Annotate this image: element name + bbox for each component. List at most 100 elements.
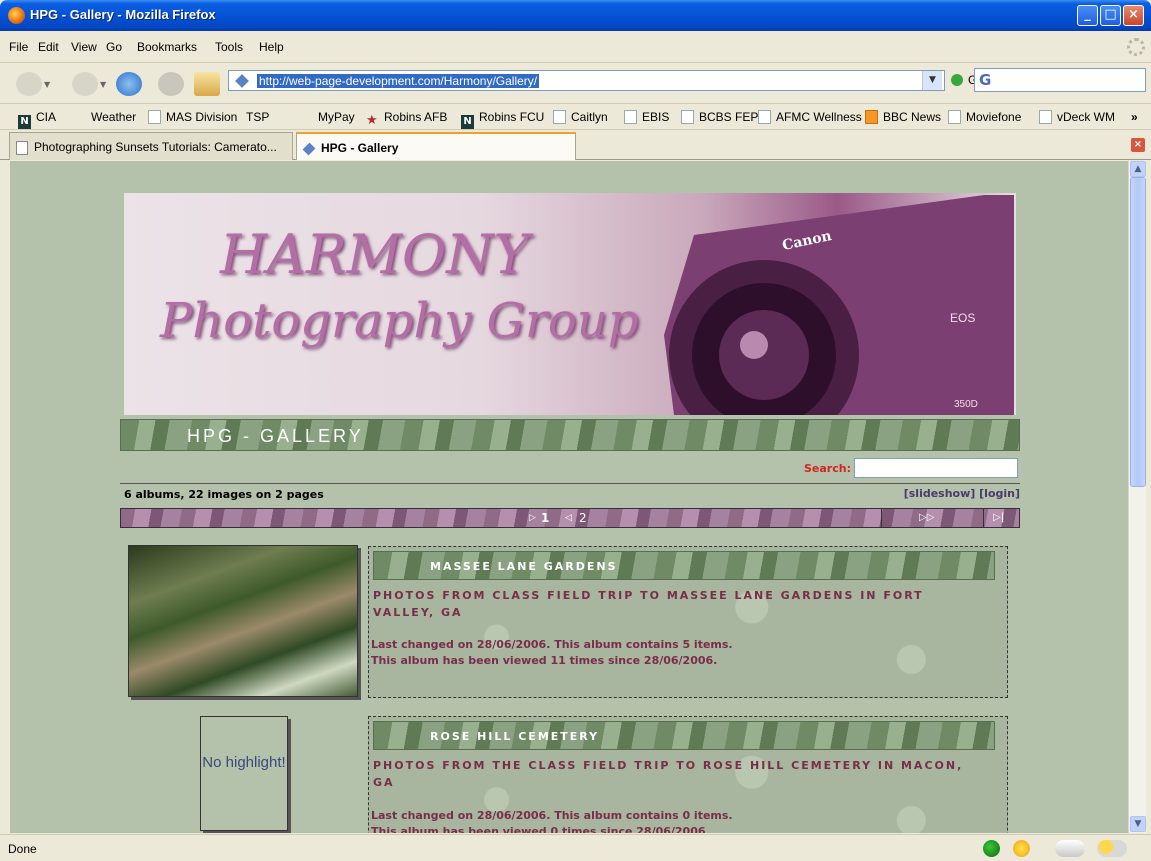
- stop-icon[interactable]: [158, 72, 184, 96]
- status-bar: Done: [0, 834, 1151, 861]
- scroll-down-arrow-icon[interactable]: ▼: [1130, 816, 1146, 832]
- forward-dropdown-icon[interactable]: ▼: [100, 80, 106, 89]
- tab-bar: Photographing Sunsets Tutorials: Camerat…: [0, 130, 1151, 160]
- back-arrow-icon[interactable]: [16, 72, 42, 96]
- search-label: Search:: [804, 462, 851, 475]
- close-button[interactable]: ×: [1123, 5, 1144, 26]
- tab-label: HPG - Gallery: [321, 141, 399, 155]
- no-highlight-placeholder[interactable]: No highlight!: [200, 716, 288, 831]
- album-card: ROSE HILL CEMETERY PHOTOS FROM THE CLASS…: [368, 716, 1008, 833]
- page-viewport: HARMONY Photography Group Canon EOS 350D…: [10, 161, 1128, 833]
- album-title-link[interactable]: MASSEE LANE GARDENS: [430, 560, 618, 573]
- album-views-info: This album has been viewed 11 times sinc…: [371, 654, 718, 667]
- site-favicon-icon: [302, 142, 316, 156]
- scrollbar-thumb[interactable]: [1130, 177, 1146, 487]
- page-1: 1: [541, 511, 550, 525]
- album-description: PHOTOS FROM THE CLASS FIELD TRIP TO ROSE…: [373, 759, 964, 789]
- partly-cloudy-weather-icon[interactable]: [1097, 840, 1127, 857]
- maximize-button[interactable]: □: [1100, 5, 1121, 26]
- bookmark-caitlyn[interactable]: Caitlyn: [553, 110, 608, 124]
- vertical-scrollbar[interactable]: ▲ ▼: [1128, 161, 1146, 833]
- album-title-link[interactable]: ROSE HILL CEMETERY: [430, 730, 599, 743]
- search-input[interactable]: G: [974, 68, 1146, 92]
- bookmarks-toolbar: N CIA Weather MAS Division TSP MyPay ★ Rob…: [0, 104, 1151, 130]
- tab-hpg-gallery[interactable]: HPG - Gallery: [296, 132, 576, 160]
- menu-go[interactable]: Go: [106, 40, 122, 54]
- title-bar: HPG - Gallery - Mozilla Firefox _ □ ×: [0, 0, 1151, 31]
- back-dropdown-icon[interactable]: ▼: [44, 80, 50, 89]
- bookmark-bcbs-fep[interactable]: BCBS FEP: [681, 110, 758, 124]
- pager-divider: [881, 509, 882, 527]
- camera-image: [664, 195, 1014, 415]
- album-views-info: This album has been viewed 0 times since…: [371, 825, 710, 833]
- home-icon[interactable]: [194, 72, 220, 96]
- gallery-search-input[interactable]: [854, 458, 1018, 478]
- status-green-icon[interactable]: [983, 840, 1000, 857]
- menu-help[interactable]: Help: [259, 40, 284, 54]
- page-marker-icon: ◁: [565, 513, 572, 523]
- go-arrow-icon: [951, 74, 963, 86]
- pager-divider: [983, 509, 984, 527]
- next-page-button[interactable]: ▷▷: [919, 512, 934, 523]
- album-title-bar: MASSEE LANE GARDENS: [373, 551, 995, 580]
- firefox-logo-icon: [8, 7, 25, 24]
- camera-model: EOS: [950, 311, 976, 325]
- page-title: HPG - GALLERY: [187, 426, 364, 446]
- bookmark-ebis[interactable]: EBIS: [624, 110, 669, 124]
- bookmark-afmc-wellness[interactable]: AFMC Wellness: [758, 110, 862, 124]
- cloudy-weather-icon[interactable]: [1055, 840, 1085, 857]
- minimize-button[interactable]: _: [1077, 5, 1098, 26]
- slideshow-link[interactable]: [slideshow]: [904, 487, 976, 500]
- window-title: HPG - Gallery - Mozilla Firefox: [30, 7, 216, 22]
- page-icon: [16, 141, 28, 155]
- bookmark-weather[interactable]: Weather: [91, 110, 136, 124]
- bookmark-robins-fcu[interactable]: N Robins FCU: [461, 110, 544, 129]
- album-changed-info: Last changed on 28/06/2006. This album c…: [371, 809, 733, 822]
- throbber-icon: [1127, 38, 1145, 56]
- reload-icon[interactable]: [116, 72, 142, 96]
- bookmark-vdeck-wm[interactable]: vDeck WM: [1039, 110, 1115, 124]
- menu-view[interactable]: View: [71, 40, 97, 54]
- album-description: PHOTOS FROM CLASS FIELD TRIP TO MASSEE L…: [373, 589, 924, 619]
- google-search-icon: G: [979, 71, 992, 89]
- site-banner: HARMONY Photography Group Canon EOS 350D: [124, 193, 1016, 415]
- album-card: MASSEE LANE GARDENS PHOTOS FROM CLASS FI…: [368, 546, 1008, 698]
- url-history-dropdown-icon[interactable]: ▼: [922, 71, 942, 90]
- tab-photographing-sunsets[interactable]: Photographing Sunsets Tutorials: Camerat…: [9, 132, 293, 160]
- pagination-bar: ▷ 1 ◁ 2 ▷▷ ▷|: [120, 508, 1020, 528]
- bookmark-robins-afb[interactable]: ★ Robins AFB: [366, 110, 447, 127]
- page-2-link[interactable]: 2: [579, 511, 587, 525]
- bookmarks-overflow-button[interactable]: »: [1131, 110, 1138, 124]
- menu-tools[interactable]: Tools: [215, 40, 243, 54]
- gallery-links: [slideshow] [login]: [904, 487, 1020, 500]
- gallery-summary: 6 albums, 22 images on 2 pages: [124, 488, 324, 501]
- url-text[interactable]: http://web-page-development.com/Harmony/…: [257, 74, 540, 88]
- last-page-button[interactable]: ▷|: [993, 512, 1004, 523]
- album-thumbnail[interactable]: [128, 545, 358, 697]
- bookmark-mas-division[interactable]: MAS Division: [148, 110, 237, 124]
- status-text: Done: [8, 842, 37, 856]
- menu-bookmarks[interactable]: Bookmarks: [137, 40, 197, 54]
- sun-weather-icon[interactable]: [1013, 840, 1030, 857]
- current-page-marker-icon: ▷: [529, 513, 536, 523]
- scroll-up-arrow-icon[interactable]: ▲: [1130, 161, 1146, 177]
- bookmark-mypay[interactable]: MyPay: [318, 110, 355, 124]
- menu-file[interactable]: File: [9, 40, 28, 54]
- bookmark-tsp[interactable]: TSP: [246, 110, 269, 124]
- forward-arrow-icon[interactable]: [72, 72, 98, 96]
- address-bar[interactable]: http://web-page-development.com/Harmony/…: [228, 70, 945, 91]
- bookmark-moviefone[interactable]: Moviefone: [948, 110, 1021, 124]
- menu-bar: File Edit View Go Bookmarks Tools Help: [0, 31, 1151, 63]
- tab-label: Photographing Sunsets Tutorials: Camerat…: [34, 140, 277, 154]
- banner-line1: HARMONY: [220, 223, 530, 286]
- bookmark-bbc-news[interactable]: BBC News: [865, 110, 941, 124]
- bookmark-cia[interactable]: N CIA: [18, 110, 56, 129]
- gallery-info-bar: 6 albums, 22 images on 2 pages [slidesho…: [120, 483, 1020, 501]
- close-tab-icon[interactable]: ×: [1131, 138, 1145, 152]
- login-link[interactable]: [login]: [979, 487, 1020, 500]
- album-title-bar: ROSE HILL CEMETERY: [373, 721, 995, 750]
- menu-edit[interactable]: Edit: [38, 40, 59, 54]
- gallery-title-bar: HPG - GALLERY: [120, 419, 1020, 451]
- site-favicon-icon: [235, 74, 249, 88]
- banner-line2: Photography Group: [160, 293, 639, 349]
